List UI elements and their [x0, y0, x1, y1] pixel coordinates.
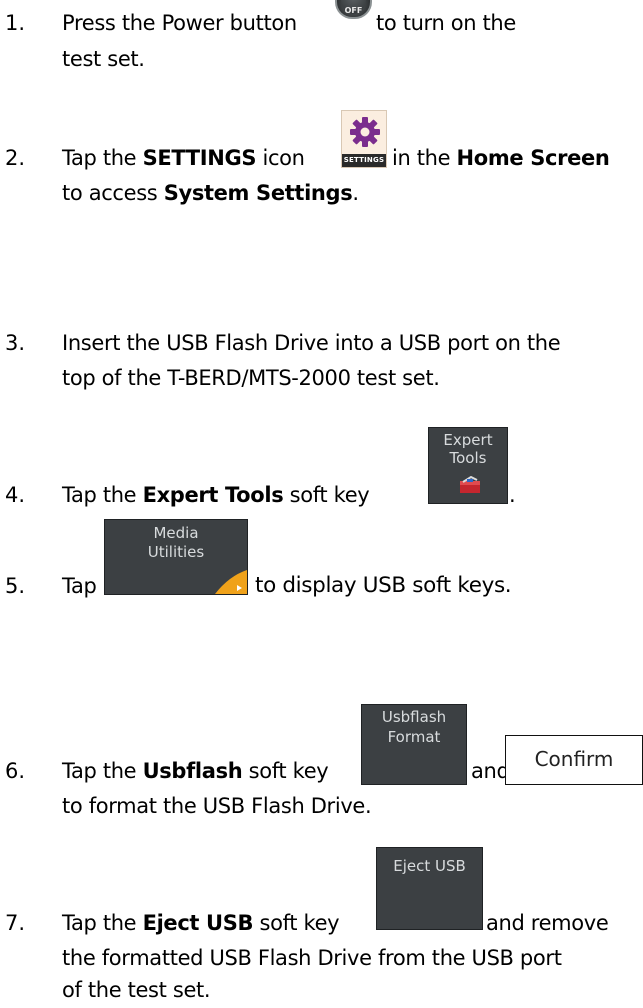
step-2-text-c: to access System Settings. [62, 181, 359, 205]
step-6-text-c: to format the USB Flash Drive. [62, 794, 372, 818]
expert-tools-label-2: Tools [449, 449, 487, 467]
media-utilities-label-1: Media [153, 524, 199, 542]
step-3-text-a: Insert the USB Flash Drive into a USB po… [62, 331, 561, 355]
eject-usb-label: Eject USB [393, 857, 466, 875]
usbflash-format-label-1: Usbflash [381, 708, 447, 726]
expert-tools-label-1: Expert [443, 431, 493, 449]
usbflash-format-softkey[interactable]: Usbflash Format [361, 704, 467, 785]
toolbox-icon [460, 476, 480, 493]
power-icon: OFF [335, 0, 372, 19]
step-6-text-b: and [471, 759, 510, 783]
step-2-text-b: in the Home Screen [392, 146, 610, 170]
settings-icon: SETTINGS [341, 110, 387, 168]
step-1-text-a: Press the Power button [62, 11, 297, 35]
step-7-text-a: Tap the Eject USB soft key [62, 911, 340, 935]
step-3-number: 3. [5, 331, 26, 355]
step-4-text-a: Tap the Expert Tools soft key [62, 483, 370, 507]
media-utilities-softkey[interactable]: Media Utilities [104, 519, 248, 595]
step-2-number: 2. [5, 146, 26, 170]
step-7-text-c: the formatted USB Flash Drive from the U… [62, 946, 562, 970]
expert-tools-softkey[interactable]: Expert Tools [428, 427, 508, 504]
step-6-number: 6. [5, 759, 26, 783]
step-5-text-b: to display USB soft keys. [255, 573, 512, 598]
step-7-text-d: of the test set. [62, 978, 211, 1002]
arrow-corner-icon [215, 570, 247, 594]
step-1-number: 1. [5, 11, 26, 35]
step-4-number: 4. [5, 483, 26, 507]
eject-usb-softkey[interactable]: Eject USB [376, 847, 483, 930]
step-5-text-a: Tap [62, 574, 97, 598]
step-4-text-b: . [509, 483, 516, 507]
usbflash-format-label-2: Format [387, 728, 441, 746]
step-1-text-c: test set. [62, 47, 145, 71]
media-utilities-label-2: Utilities [147, 543, 205, 561]
step-2-text-a: Tap the SETTINGS icon [62, 146, 305, 170]
step-6-text-a: Tap the Usbflash soft key [62, 759, 329, 783]
confirm-button[interactable]: Confirm [505, 735, 643, 785]
step-3-text-b: top of the T-BERD/MTS-2000 test set. [62, 366, 440, 390]
step-1-text-b: to turn on the [376, 11, 516, 35]
step-7-number: 7. [5, 911, 26, 935]
step-7-text-b: and remove [486, 911, 609, 935]
step-5-number: 5. [5, 574, 26, 598]
